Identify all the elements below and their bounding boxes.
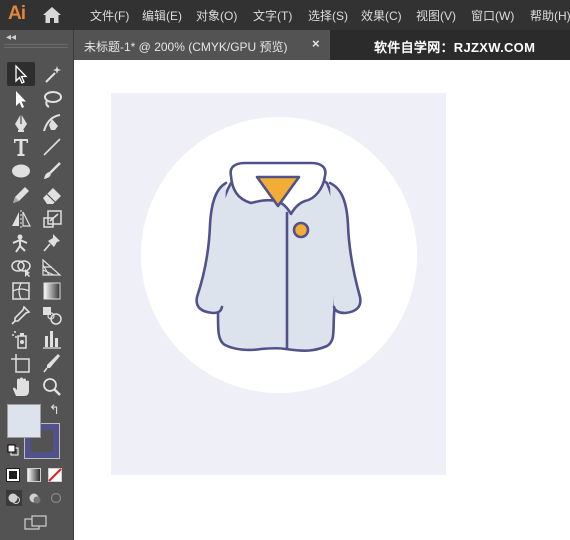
slice-icon[interactable]	[38, 351, 66, 375]
document-tab-title: 未标题-1* @ 200% (CMYK/GPU 预览)	[84, 40, 288, 54]
symbol-sprayer-icon[interactable]	[7, 327, 35, 351]
menu-edit[interactable]: 编辑(E)	[142, 7, 182, 24]
document-tab-bar: 未标题-1* @ 200% (CMYK/GPU 预览) × 软件自学网：RJZX…	[74, 30, 570, 60]
gradient-mode-icon[interactable]	[27, 468, 41, 482]
swap-colors-icon[interactable]: ↰	[49, 402, 60, 418]
line-segment-icon[interactable]	[38, 135, 66, 159]
paintbrush-icon[interactable]	[38, 159, 66, 183]
artboard-icon[interactable]	[7, 351, 35, 375]
tools-panel: ◂◂ ↰	[0, 30, 74, 540]
shape-builder-icon[interactable]	[7, 255, 35, 279]
document-tab[interactable]: 未标题-1* @ 200% (CMYK/GPU 预览) ×	[74, 30, 330, 60]
puppet-warp-icon[interactable]	[7, 231, 35, 255]
coat-illustration[interactable]	[111, 93, 446, 475]
direct-selection-icon[interactable]	[7, 87, 35, 111]
mesh-icon[interactable]	[7, 279, 35, 303]
coat-button	[292, 221, 310, 239]
type-icon[interactable]	[7, 135, 35, 159]
reflect-icon[interactable]	[7, 207, 35, 231]
perspective-grid-icon[interactable]	[38, 255, 66, 279]
pin-icon[interactable]	[38, 231, 66, 255]
home-icon[interactable]	[42, 6, 62, 24]
lasso-icon[interactable]	[38, 87, 66, 111]
magic-wand-icon[interactable]	[38, 62, 66, 86]
pencil-icon[interactable]	[7, 183, 35, 207]
none-mode-icon[interactable]	[48, 468, 62, 482]
draw-inside-icon[interactable]	[48, 490, 64, 506]
artboard[interactable]	[111, 93, 446, 475]
eyedropper-icon[interactable]	[7, 303, 35, 327]
scale-icon[interactable]	[38, 207, 66, 231]
menu-bar: Ai 文件(F) 编辑(E) 对象(O) 文字(T) 选择(S) 效果(C) 视…	[0, 0, 570, 30]
menu-select[interactable]: 选择(S)	[308, 7, 348, 24]
app-logo[interactable]: Ai	[8, 3, 26, 25]
ellipse-icon[interactable]	[7, 159, 35, 183]
draw-normal-icon[interactable]	[6, 490, 22, 506]
watermark-text: 软件自学网：RJZXW.COM	[374, 40, 536, 55]
menu-help[interactable]: 帮助(H)	[530, 7, 570, 24]
gradient-icon[interactable]	[38, 279, 66, 303]
default-colors-icon[interactable]	[7, 444, 19, 456]
column-graph-icon[interactable]	[38, 327, 66, 351]
color-mode-icon[interactable]	[6, 468, 20, 482]
close-icon[interactable]: ×	[312, 36, 320, 51]
menu-effect[interactable]: 效果(C)	[361, 7, 402, 24]
hand-icon[interactable]	[7, 375, 35, 399]
draw-behind-icon[interactable]	[27, 490, 43, 506]
selection-tool-icon[interactable]	[7, 62, 35, 86]
screen-mode-icon[interactable]	[24, 515, 48, 531]
menu-view[interactable]: 视图(V)	[416, 7, 456, 24]
menu-object[interactable]: 对象(O)	[196, 7, 237, 24]
fill-color-swatch[interactable]	[7, 404, 41, 438]
eraser-icon[interactable]	[38, 183, 66, 207]
zoom-icon[interactable]	[38, 375, 66, 399]
collapse-icon[interactable]: ◂◂	[6, 32, 16, 43]
pen-icon[interactable]	[7, 111, 35, 135]
curvature-icon[interactable]	[38, 111, 66, 135]
menu-file[interactable]: 文件(F)	[90, 7, 129, 24]
canvas-area[interactable]	[75, 60, 570, 540]
blend-icon[interactable]	[38, 303, 66, 327]
menu-window[interactable]: 窗口(W)	[471, 7, 514, 24]
menu-type[interactable]: 文字(T)	[253, 7, 292, 24]
panel-grip[interactable]	[4, 44, 68, 48]
